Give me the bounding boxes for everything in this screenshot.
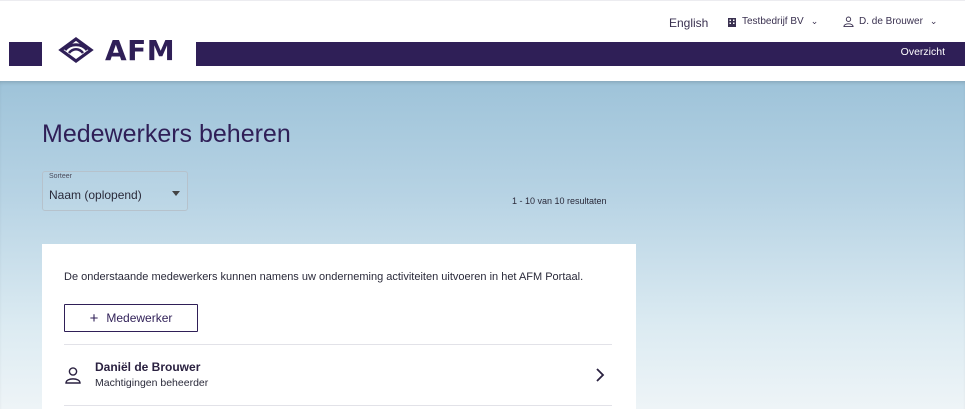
employee-row[interactable]: Daniël de Brouwer Machtigingen beheerder — [64, 345, 612, 405]
person-icon — [65, 367, 81, 384]
overview-nav-link[interactable]: Overzicht — [901, 46, 945, 58]
afm-logo[interactable]: AFM — [57, 33, 176, 67]
brand-bar-left-block — [9, 42, 42, 66]
sort-label: Sorteer — [49, 173, 72, 180]
sort-select[interactable]: Sorteer Naam (oplopend) — [42, 171, 188, 211]
plus-icon: + — [89, 309, 99, 327]
user-menu[interactable]: D. de Brouwer ⌄ — [843, 16, 937, 27]
building-icon — [728, 17, 736, 27]
add-employee-label: Medewerker — [106, 311, 173, 325]
logo-text: AFM — [105, 33, 176, 67]
language-switch-link[interactable]: English — [669, 16, 708, 30]
card-intro-text: De onderstaande medewerkers kunnen namen… — [64, 271, 584, 283]
page-title: Medewerkers beheren — [42, 120, 291, 148]
user-name: D. de Brouwer — [859, 16, 923, 27]
brand-bar-right-block — [196, 42, 965, 66]
language-label: English — [669, 16, 709, 30]
user-icon — [843, 16, 854, 27]
employee-role: Machtigingen beheerder — [95, 377, 209, 389]
sort-value: Naam (oplopend) — [49, 188, 142, 202]
company-selector[interactable]: Testbedrijf BV ⌄ — [727, 16, 818, 27]
chevron-down-icon: ⌄ — [929, 16, 938, 26]
results-count: 1 - 10 van 10 resultaten — [512, 196, 607, 206]
employees-card: De onderstaande medewerkers kunnen namen… — [42, 244, 636, 409]
chevron-down-icon: ⌄ — [810, 16, 819, 26]
employee-name: Daniël de Brouwer — [95, 360, 201, 374]
chevron-right-icon — [596, 368, 605, 382]
divider — [64, 405, 612, 406]
add-employee-button[interactable]: + Medewerker — [64, 304, 198, 332]
afm-logo-mark-icon — [58, 37, 94, 63]
dropdown-arrow-icon — [172, 191, 180, 196]
company-name: Testbedrijf BV — [742, 16, 804, 27]
